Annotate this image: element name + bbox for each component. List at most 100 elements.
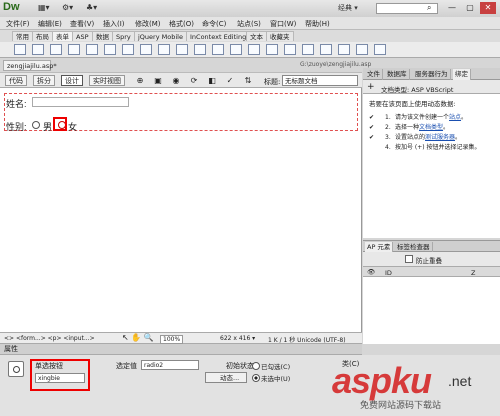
radio-name-label: 单选按钮 bbox=[35, 362, 63, 370]
menu-format[interactable]: 格式(O) bbox=[169, 19, 194, 29]
name-input[interactable] bbox=[32, 97, 129, 107]
properties-header[interactable]: 属性 bbox=[0, 344, 362, 355]
test-server-link[interactable]: 测试服务器 bbox=[425, 134, 455, 141]
tab-spry[interactable]: Spry bbox=[112, 31, 135, 41]
zoom-select[interactable]: 100% bbox=[160, 335, 184, 344]
tag-selector[interactable]: <> <form...> <p> <input...> bbox=[4, 335, 95, 342]
prevent-overlap-label: 防止重叠 bbox=[416, 257, 442, 265]
text-field-icon[interactable] bbox=[32, 44, 44, 55]
layout-icon[interactable]: ▦▾ bbox=[38, 3, 50, 14]
hidden-field-icon[interactable] bbox=[212, 44, 224, 55]
menu-bar: 文件(F) 编辑(E) 查看(V) 插入(I) 修改(M) 格式(O) 命令(C… bbox=[0, 17, 500, 30]
label-icon[interactable] bbox=[230, 44, 242, 55]
checked-value-label: 选定值 bbox=[116, 362, 137, 370]
spry-validation-text-icon[interactable] bbox=[266, 44, 278, 55]
female-label: 女 bbox=[68, 122, 78, 132]
live-code-icon[interactable]: ⊕ bbox=[134, 75, 146, 86]
checked-value-input[interactable]: radio2 bbox=[141, 360, 199, 370]
doc-type-link[interactable]: 文档类型 bbox=[419, 124, 443, 131]
spry-validation-radio-icon[interactable] bbox=[374, 44, 386, 55]
site-link[interactable]: 站点 bbox=[449, 114, 461, 121]
menu-site[interactable]: 站点(S) bbox=[237, 19, 261, 29]
insert-panel-tabs: 常用 布局 表单 ASP 数据 Spry jQuery Mobile InCon… bbox=[0, 30, 500, 42]
title-input[interactable]: 无标题文档 bbox=[282, 75, 358, 86]
ap-panel-tabs: AP 元素 标签检查器 bbox=[363, 240, 500, 253]
workspace-switcher[interactable]: 经典 ▾ bbox=[338, 3, 358, 13]
radio-group-icon[interactable] bbox=[122, 44, 134, 55]
step-punct: 。 bbox=[461, 114, 468, 121]
menu-help[interactable]: 帮助(H) bbox=[305, 19, 330, 29]
add-icon[interactable]: + bbox=[367, 82, 375, 92]
radio-name-input[interactable]: xingbie bbox=[35, 373, 85, 383]
tab-databases[interactable]: 数据库 bbox=[385, 69, 410, 80]
spry-validation-textarea-icon[interactable] bbox=[284, 44, 296, 55]
tab-asp[interactable]: ASP bbox=[72, 31, 93, 41]
file-field-icon[interactable] bbox=[194, 44, 206, 55]
design-view-button[interactable]: 设计 bbox=[61, 75, 83, 86]
document-tab[interactable]: zengjiajilu.asp* bbox=[3, 60, 57, 71]
tab-text[interactable]: 文本 bbox=[246, 31, 267, 41]
check-browser-icon[interactable]: ✓ bbox=[224, 75, 236, 86]
step-number: 1. bbox=[385, 114, 391, 121]
jump-menu-icon[interactable] bbox=[158, 44, 170, 55]
fieldset-icon[interactable] bbox=[248, 44, 260, 55]
browser-preview-icon[interactable]: ◉ bbox=[170, 75, 182, 86]
live-view-button[interactable]: 实时视图 bbox=[89, 75, 125, 86]
menu-edit[interactable]: 编辑(E) bbox=[38, 19, 62, 29]
prevent-overlap-checkbox[interactable] bbox=[405, 255, 413, 263]
spry-validation-checkbox-icon[interactable] bbox=[302, 44, 314, 55]
menu-file[interactable]: 文件(F) bbox=[6, 19, 30, 29]
menu-modify[interactable]: 修改(M) bbox=[135, 19, 161, 29]
design-canvas[interactable]: 姓名: 性别: 男 女 bbox=[0, 88, 362, 332]
initial-checked-radio[interactable] bbox=[252, 362, 260, 370]
checkbox-icon[interactable] bbox=[86, 44, 98, 55]
tab-data[interactable]: 数据 bbox=[92, 31, 113, 41]
code-view-button[interactable]: 代码 bbox=[5, 75, 27, 86]
radio-male[interactable] bbox=[32, 121, 40, 129]
tab-jquery-mobile[interactable]: jQuery Mobile bbox=[134, 31, 187, 41]
z-column[interactable]: Z bbox=[471, 269, 475, 277]
check-icon: ✔ bbox=[369, 134, 375, 141]
tab-files[interactable]: 文件 bbox=[365, 69, 383, 80]
close-button[interactable]: ✕ bbox=[480, 2, 496, 14]
radio-button-icon[interactable] bbox=[104, 44, 116, 55]
refresh-icon[interactable]: ⟳ bbox=[188, 75, 200, 86]
gear-icon[interactable]: ⚙▾ bbox=[62, 3, 73, 14]
spry-validation-confirm-icon[interactable] bbox=[356, 44, 368, 55]
id-column[interactable]: ID bbox=[385, 269, 392, 277]
tab-server-behaviors[interactable]: 服务器行为 bbox=[413, 69, 451, 80]
tab-common[interactable]: 常用 bbox=[12, 31, 33, 41]
multiscreen-icon[interactable]: ▣ bbox=[152, 75, 164, 86]
tab-favorites[interactable]: 收藏夹 bbox=[266, 31, 294, 41]
menu-view[interactable]: 查看(V) bbox=[70, 19, 94, 29]
pointer-icon[interactable]: ↖ ✋ 🔍 bbox=[122, 333, 154, 342]
button-icon[interactable] bbox=[68, 44, 80, 55]
site-icon[interactable]: ♣▾ bbox=[86, 3, 97, 14]
dynamic-button[interactable]: 动态... bbox=[205, 372, 247, 383]
tab-layout[interactable]: 布局 bbox=[32, 31, 53, 41]
step-punct: 。 bbox=[455, 134, 462, 141]
maximize-button[interactable]: ▢ bbox=[462, 2, 478, 14]
tab-forms[interactable]: 表单 bbox=[52, 31, 73, 41]
step-text: 选择一种 bbox=[395, 124, 420, 131]
status-bar: <> <form...> <p> <input...> ↖ ✋ 🔍 100% 6… bbox=[0, 332, 362, 344]
textarea-icon[interactable] bbox=[50, 44, 62, 55]
ap-list[interactable] bbox=[363, 277, 500, 344]
spry-validation-select-icon[interactable] bbox=[320, 44, 332, 55]
initial-unchecked-radio[interactable] bbox=[252, 374, 260, 382]
dw-logo: Dw bbox=[3, 1, 20, 13]
window-size[interactable]: 622 x 416 ▾ bbox=[220, 335, 255, 342]
select-list-icon[interactable] bbox=[140, 44, 152, 55]
file-management-icon[interactable]: ⇅ bbox=[242, 75, 254, 86]
split-view-button[interactable]: 拆分 bbox=[33, 75, 55, 86]
visual-aids-icon[interactable]: ◧ bbox=[206, 75, 218, 86]
menu-insert[interactable]: 插入(I) bbox=[103, 19, 125, 29]
form-icon[interactable] bbox=[14, 44, 26, 55]
minimize-button[interactable]: — bbox=[444, 2, 460, 14]
menu-window[interactable]: 窗口(W) bbox=[270, 19, 296, 29]
menu-commands[interactable]: 命令(C) bbox=[202, 19, 226, 29]
tab-incontext-editing[interactable]: InContext Editing bbox=[186, 31, 251, 41]
tab-bindings[interactable]: 绑定 bbox=[453, 69, 471, 80]
spry-validation-password-icon[interactable] bbox=[338, 44, 350, 55]
image-field-icon[interactable] bbox=[176, 44, 188, 55]
